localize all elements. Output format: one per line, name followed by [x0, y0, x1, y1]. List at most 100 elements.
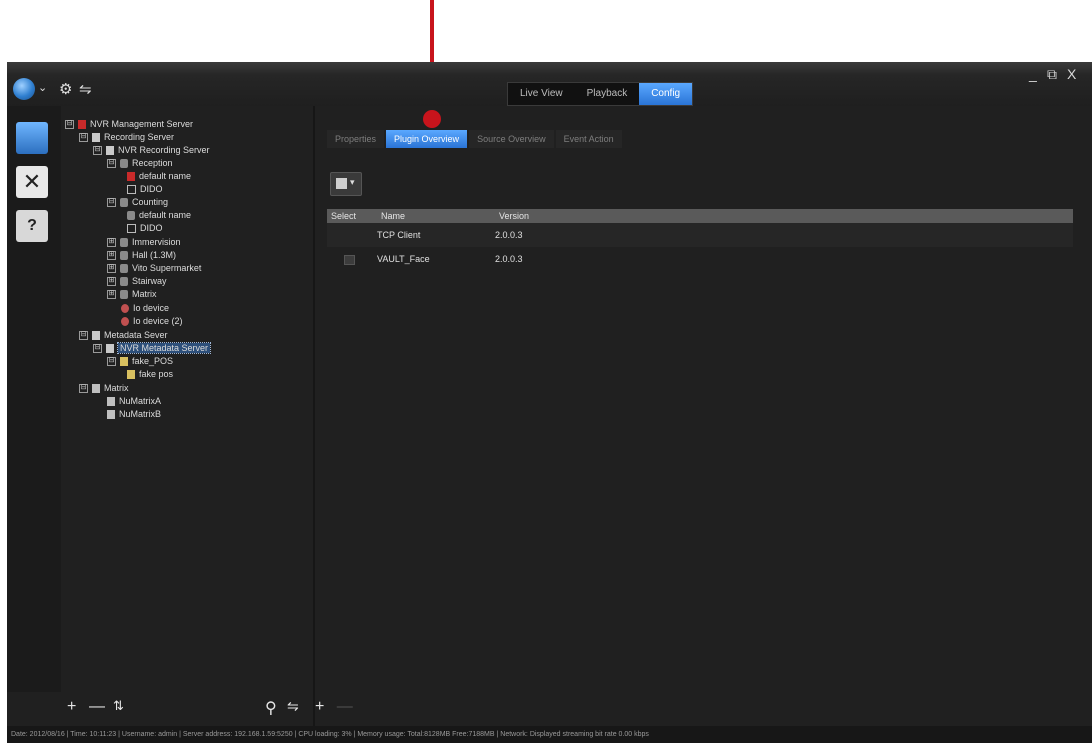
add-button[interactable]: + [67, 698, 76, 716]
add-button[interactable]: + [315, 698, 324, 715]
tools-icon[interactable]: ✕ [16, 166, 48, 198]
right-toolbar: + — [315, 698, 353, 716]
tree-toggle[interactable]: ⊟ [93, 344, 102, 354]
server-icon [106, 146, 114, 156]
tab-playback[interactable]: Playback [575, 83, 640, 105]
tree-label: Recording Server [104, 132, 175, 142]
tab-live-view[interactable]: Live View [508, 83, 575, 105]
tab-config[interactable]: Config [639, 83, 693, 105]
tree-node[interactable]: ⊞ Hall (1.3M) [107, 249, 176, 262]
help-icon[interactable]: ? [16, 210, 48, 242]
select-cell [327, 247, 371, 271]
tree-node[interactable]: ⊟ Counting [107, 196, 168, 209]
minimize-button[interactable]: _ [1029, 66, 1037, 82]
settings-icon[interactable]: ⚙ [59, 80, 72, 98]
tree-toolbar: + — ⇅ ⚲ ⇋ [65, 698, 310, 720]
tree-label: Io device [133, 303, 170, 313]
close-button[interactable]: X [1067, 66, 1076, 82]
tree-node[interactable]: ⊟ Recording Server [79, 131, 174, 144]
remove-button[interactable]: — [337, 698, 353, 715]
tree-toggle[interactable]: ⊞ [107, 277, 116, 287]
tab-properties[interactable]: Properties [327, 130, 385, 148]
chevron-down-icon[interactable]: ⌄ [38, 81, 47, 94]
server-icon [78, 120, 86, 130]
column-header-select[interactable]: Select [327, 209, 375, 223]
tree-label: Io device (2) [133, 316, 183, 326]
table-row[interactable]: VAULT_Face 2.0.0.3 [327, 247, 1073, 271]
tree-node[interactable]: Io device (2) [121, 315, 183, 328]
tree-node[interactable]: NuMatrixB [107, 408, 161, 421]
camera-icon [120, 277, 128, 287]
tree-node[interactable]: DIDO [127, 183, 163, 196]
tree-node[interactable]: ⊟ Reception [107, 157, 173, 170]
link-icon[interactable]: ⇋ [287, 698, 299, 715]
tree-toggle[interactable]: ⊟ [79, 133, 88, 143]
panel-splitter[interactable] [313, 106, 315, 726]
tree-node[interactable]: ⊟ fake_POS [107, 355, 173, 368]
tree-toggle[interactable]: ⊟ [107, 198, 116, 208]
tree-toggle[interactable]: ⊞ [107, 238, 116, 248]
tree-node[interactable]: fake pos [127, 368, 173, 381]
mode-tabs: Live View Playback Config [507, 82, 694, 106]
tree-node[interactable]: default name [127, 170, 191, 183]
link-icon[interactable]: ⇋ [79, 80, 92, 98]
tree-label: default name [139, 171, 192, 181]
tree-label: Counting [132, 197, 169, 207]
matrix-icon [92, 384, 100, 394]
tree-node-selected[interactable]: ⊟ NVR Metadata Server [93, 342, 212, 355]
plugin-menu-button[interactable]: ▾ [330, 172, 362, 196]
tree-node[interactable]: default name [127, 209, 191, 222]
tree-label: Stairway [132, 276, 167, 286]
tree-toggle[interactable]: ⊞ [107, 264, 116, 274]
status-bar: Date: 2012/08/16 | Time: 10:11:23 | User… [7, 726, 1092, 743]
restore-button[interactable]: ⧉ [1047, 66, 1057, 83]
dido-icon [127, 224, 136, 234]
server-config-icon[interactable] [16, 122, 48, 154]
tree-node[interactable]: ⊞ Stairway [107, 275, 167, 288]
tree-node[interactable]: DIDO [127, 222, 163, 235]
plugin-version: 2.0.0.3 [495, 230, 523, 240]
table-row[interactable]: TCP Client 2.0.0.3 [327, 223, 1073, 247]
tab-source-overview[interactable]: Source Overview [469, 130, 554, 148]
annotation-arrow-dot [423, 110, 441, 128]
remove-button[interactable]: — [89, 698, 105, 716]
tree-node[interactable]: ⊟ NVR Management Server [65, 118, 193, 131]
tree-node[interactable]: ⊟ Matrix [79, 382, 129, 395]
tree-toggle[interactable]: ⊟ [107, 159, 116, 169]
select-checkbox[interactable] [344, 255, 355, 265]
io-device-icon [121, 304, 129, 314]
tree-label: NVR Metadata Server [116, 342, 212, 354]
tab-event-action[interactable]: Event Action [555, 130, 622, 148]
search-icon[interactable]: ⚲ [265, 698, 277, 718]
tree-node[interactable]: ⊟ NVR Recording Server [93, 144, 210, 157]
tree-label: DIDO [140, 223, 163, 233]
tree-node[interactable]: ⊟ Metadata Sever [79, 329, 168, 342]
app-logo-icon[interactable] [13, 78, 35, 100]
tree-toggle[interactable]: ⊟ [65, 120, 74, 130]
config-subtabs: Properties Plugin Overview Source Overvi… [327, 130, 624, 148]
column-header-version[interactable]: Version [493, 209, 529, 223]
camera-icon [120, 251, 128, 261]
tree-toggle[interactable]: ⊟ [79, 384, 88, 394]
tree-label: Metadata Sever [104, 330, 168, 340]
tree-toggle[interactable]: ⊟ [79, 331, 88, 341]
tree-toggle[interactable]: ⊞ [107, 251, 116, 261]
tree-label: default name [139, 210, 192, 220]
column-header-name[interactable]: Name [375, 209, 493, 223]
tree-node[interactable]: Io device [121, 302, 169, 315]
camera-icon [120, 198, 128, 208]
tree-toggle[interactable]: ⊟ [107, 357, 116, 367]
table-header: Select Name Version [327, 209, 1073, 223]
tree-label: DIDO [140, 184, 163, 194]
tree-label: Matrix [132, 289, 157, 299]
tab-plugin-overview[interactable]: Plugin Overview [386, 130, 468, 148]
tree-label: Matrix [104, 383, 129, 393]
tree-node[interactable]: ⊞ Matrix [107, 288, 157, 301]
left-icon-bar: ✕ ? [7, 106, 61, 692]
tree-node[interactable]: NuMatrixA [107, 395, 161, 408]
tree-node[interactable]: ⊞ Vito Supermarket [107, 262, 201, 275]
sort-icon[interactable]: ⇅ [113, 698, 124, 714]
tree-node[interactable]: ⊞ Immervision [107, 236, 181, 249]
tree-toggle[interactable]: ⊞ [107, 290, 116, 300]
tree-toggle[interactable]: ⊟ [93, 146, 102, 156]
